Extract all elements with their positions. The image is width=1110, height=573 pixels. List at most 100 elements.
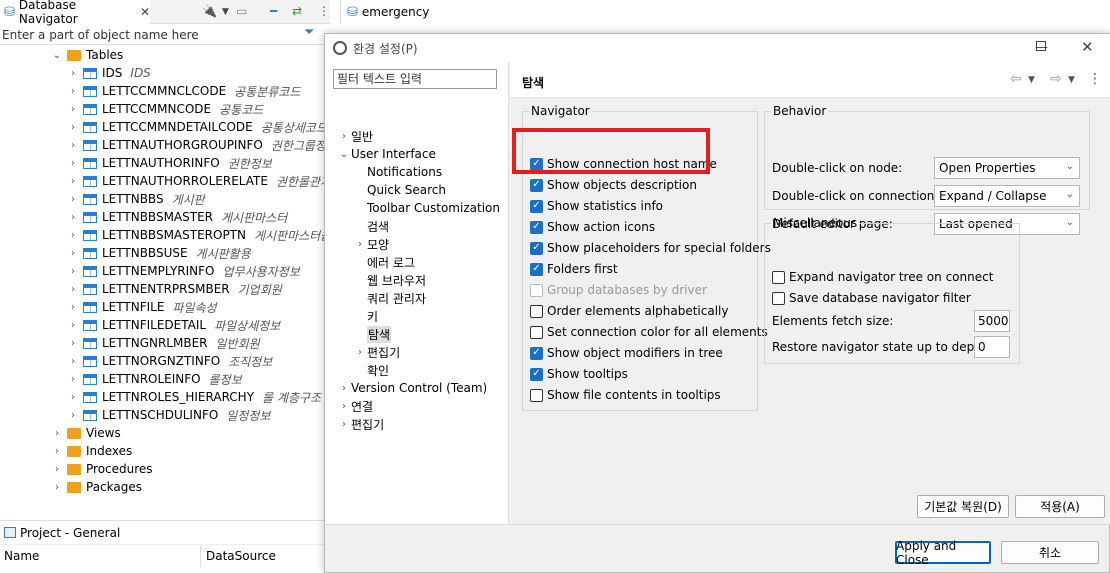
option-row[interactable]: Order elements alphabetically [530, 302, 729, 320]
close-icon[interactable]: ✕ [140, 5, 150, 19]
table-node[interactable]: › LETTNBBSUSE 게시판활용 [66, 244, 251, 262]
category-item[interactable]: › Version Control (Team) [337, 379, 487, 397]
option-row[interactable]: ✓ Show statistics info [530, 197, 663, 215]
chevron-right-icon[interactable]: › [66, 230, 80, 241]
category-item[interactable]: 검색 [353, 217, 389, 235]
category-item[interactable]: › 편집기 [353, 343, 400, 361]
checkbox[interactable]: ✓ [530, 241, 543, 255]
checkbox[interactable]: ✓ [530, 346, 543, 360]
checkbox[interactable] [530, 304, 543, 318]
table-node[interactable]: › IDS IDS [66, 64, 151, 82]
tree-node-views[interactable]: › Views [50, 424, 121, 442]
chevron-down-icon[interactable]: ⌄ [337, 149, 351, 160]
checkbox[interactable]: ✓ [530, 178, 543, 192]
table-node[interactable]: › LETTCCMMNCLCODE 공통분류코드 [66, 82, 300, 100]
chevron-right-icon[interactable]: › [66, 86, 80, 97]
category-item[interactable]: Toolbar Customization [353, 199, 500, 217]
table-node[interactable]: › LETTNGNRLMBER 일반회원 [66, 334, 260, 352]
option-row[interactable]: ✓ Show action icons [530, 218, 655, 236]
chevron-right-icon[interactable]: › [66, 140, 80, 151]
option-row[interactable]: ✓ Show connection host name [530, 155, 717, 173]
category-item[interactable]: 확인 [353, 361, 389, 379]
forward-icon[interactable]: ⇨ [1050, 71, 1062, 87]
tree-node-tables[interactable]: ⌄ Tables [50, 46, 124, 64]
category-item[interactable]: Quick Search [353, 181, 446, 199]
table-node[interactable]: › LETTNBBSMASTEROPTN 게시판마스터옵션 [66, 226, 324, 244]
option-row[interactable]: ✓ Show object modifiers in tree [530, 344, 723, 362]
table-node[interactable]: › LETTNROLES_HIERARCHY 롤 계층구조 [66, 388, 321, 406]
apply-and-close-button[interactable]: Apply and Close [895, 539, 991, 567]
table-node[interactable]: › LETTNBBS 게시판 [66, 190, 205, 208]
chevron-right-icon[interactable]: › [66, 410, 80, 421]
table-node[interactable]: › LETTNENTRPRSMBER 기업회원 [66, 280, 282, 298]
chevron-right-icon[interactable]: › [353, 347, 367, 358]
chevron-right-icon[interactable]: › [66, 392, 80, 403]
fetch-size-input[interactable] [974, 310, 1010, 332]
chevron-right-icon[interactable]: › [50, 482, 64, 493]
chevron-right-icon[interactable]: › [66, 338, 80, 349]
tree-node-procedures[interactable]: › Procedures [50, 460, 153, 478]
category-item[interactable]: › 연결 [337, 397, 373, 415]
category-item[interactable]: › 편집기 [337, 415, 384, 433]
table-node[interactable]: › LETTNAUTHORROLERELATE 권한롤관계 [66, 172, 324, 190]
option-row[interactable]: ✓ Show tooltips [530, 365, 628, 383]
chevron-right-icon[interactable]: › [66, 320, 80, 331]
chevron-right-icon[interactable]: › [66, 158, 80, 169]
chevron-right-icon[interactable]: › [66, 104, 80, 115]
cancel-button[interactable]: 취소 [1001, 541, 1099, 564]
option-row[interactable]: ✓ Show objects description [530, 176, 697, 194]
chevron-right-icon[interactable]: › [66, 302, 80, 313]
checkbox[interactable] [530, 388, 543, 402]
tab-project-general[interactable]: Project - General [20, 526, 120, 540]
category-item[interactable]: 에러 로그 [353, 253, 415, 271]
collapse-all-icon[interactable]: ━ [270, 4, 277, 18]
column-header-name[interactable]: Name [4, 549, 39, 563]
table-node[interactable]: › LETTCCMMNDETAILCODE 공통상세코드 [66, 118, 324, 136]
chevron-right-icon[interactable]: › [66, 248, 80, 259]
table-node[interactable]: › LETTCCMMNCODE 공통코드 [66, 100, 263, 118]
category-item[interactable]: › 일반 [337, 127, 373, 145]
checkbox[interactable]: ✓ [530, 199, 543, 213]
option-row[interactable]: ✓ Show placeholders for special folders [530, 239, 771, 257]
column-header-datasource[interactable]: DataSource [206, 549, 276, 563]
maximize-icon[interactable] [1036, 40, 1046, 55]
table-node[interactable]: › LETTNFILEDETAIL 파일상세정보 [66, 316, 280, 334]
tree-node-packages[interactable]: › Packages [50, 478, 142, 496]
option-row[interactable]: Show file contents in tooltips [530, 386, 721, 404]
view-menu-icon[interactable]: ⋮ [318, 4, 330, 18]
table-node[interactable]: › LETTNEMPLYRINFO 업무사용자정보 [66, 262, 300, 280]
checkbox[interactable] [530, 325, 543, 339]
option-row[interactable]: Set connection color for all elements [530, 323, 768, 341]
tab-database-navigator[interactable]: ⛁ Database Navigator ✕ [0, 0, 150, 26]
chevron-right-icon[interactable]: › [337, 383, 351, 394]
chevron-right-icon[interactable]: › [353, 239, 367, 250]
option-row[interactable]: Expand navigator tree on connect [772, 268, 993, 286]
checkbox[interactable] [772, 291, 785, 305]
table-node[interactable]: › LETTNAUTHORGROUPINFO 권한그룹정보 [66, 136, 324, 154]
chevron-right-icon[interactable]: › [50, 428, 64, 439]
link-editor-icon[interactable]: ⇄ [292, 4, 302, 18]
category-item[interactable]: 키 [353, 307, 378, 325]
chevron-down-icon[interactable]: ⌄ [50, 50, 64, 61]
tree-node-indexes[interactable]: › Indexes [50, 442, 132, 460]
checkbox[interactable]: ✓ [530, 367, 543, 381]
object-filter-input[interactable] [2, 26, 302, 43]
behavior-select[interactable]: Expand / Collapse ⌄ [934, 185, 1080, 207]
filter-icon[interactable]: ⏷ [304, 25, 314, 40]
close-icon[interactable]: ✕ [1081, 38, 1094, 56]
apply-button[interactable]: 적용(A) [1015, 495, 1105, 518]
chevron-right-icon[interactable]: › [50, 446, 64, 457]
chevron-right-icon[interactable]: › [337, 419, 351, 430]
chevron-right-icon[interactable]: › [66, 212, 80, 223]
checkbox[interactable] [772, 270, 785, 284]
option-row[interactable]: Save database navigator filter [772, 289, 971, 307]
category-item[interactable]: › 모양 [353, 235, 389, 253]
category-filter-input[interactable] [333, 69, 497, 89]
chevron-down-icon[interactable]: ▼ [1028, 75, 1035, 85]
connect-icon[interactable]: 🔌 [202, 4, 217, 18]
chevron-right-icon[interactable]: › [337, 131, 351, 142]
chevron-right-icon[interactable]: › [66, 68, 80, 79]
tab-emergency[interactable]: emergency [362, 5, 429, 19]
chevron-down-icon[interactable]: ▼ [1068, 75, 1075, 85]
chevron-right-icon[interactable]: › [66, 374, 80, 385]
